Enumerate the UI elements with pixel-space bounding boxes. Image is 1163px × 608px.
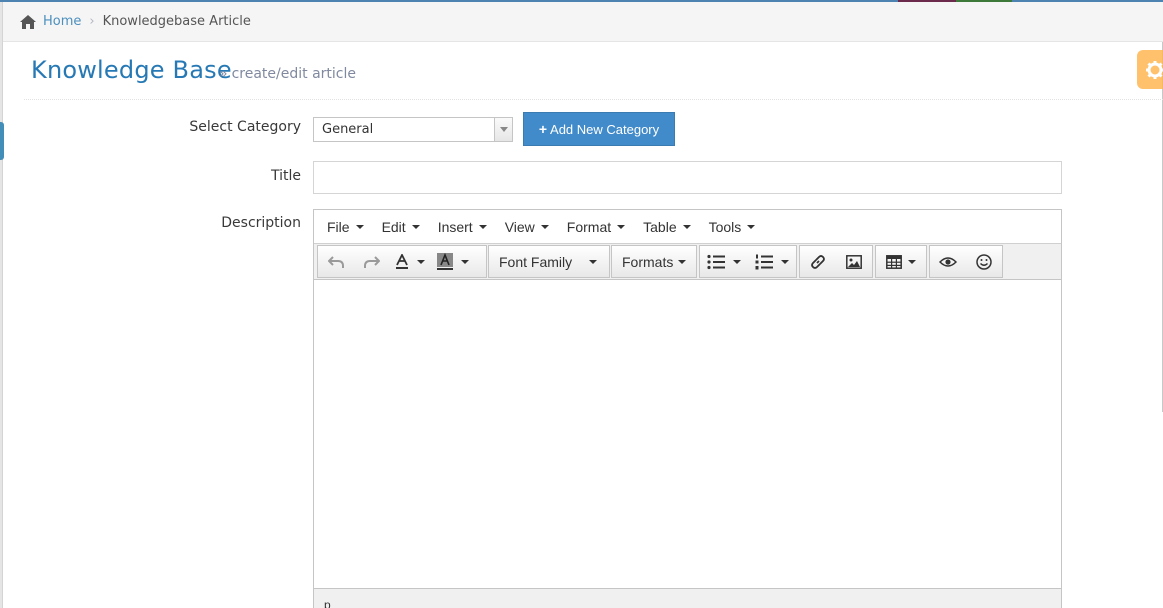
category-label: Select Category bbox=[189, 119, 301, 135]
element-path[interactable]: p bbox=[324, 598, 331, 608]
settings-button[interactable] bbox=[1137, 50, 1163, 89]
category-select[interactable]: General bbox=[313, 117, 513, 142]
smiley-icon bbox=[976, 253, 992, 270]
editor-content-area[interactable] bbox=[314, 280, 1061, 588]
table-icon bbox=[886, 254, 902, 269]
gear-icon bbox=[1146, 60, 1163, 79]
redo-button[interactable] bbox=[354, 246, 390, 277]
redo-icon bbox=[364, 255, 380, 268]
undo-icon bbox=[328, 255, 344, 268]
bullet-list-icon bbox=[707, 254, 725, 269]
menu-label: File bbox=[327, 218, 350, 235]
table-dropdown[interactable] bbox=[876, 246, 926, 277]
editor-statusbar: p bbox=[314, 588, 1061, 608]
app-frame: Home › Knowledgebase Article Knowledge B… bbox=[0, 0, 1163, 608]
editor-menubar: File Edit Insert View Format Table Tools bbox=[314, 210, 1061, 244]
breadcrumb-current: Knowledgebase Article bbox=[102, 14, 251, 29]
image-button[interactable] bbox=[836, 246, 872, 277]
toolbar-group-insert bbox=[799, 245, 873, 278]
caret-down-icon bbox=[589, 259, 598, 264]
category-select-value: General bbox=[322, 122, 374, 137]
font-family-label: Font Family bbox=[499, 253, 573, 270]
caret-down-icon bbox=[908, 259, 916, 264]
toolbar-group-history bbox=[317, 245, 487, 278]
caret-down-icon bbox=[781, 259, 789, 264]
plus-icon: + bbox=[538, 121, 548, 137]
menu-label: Insert bbox=[437, 218, 473, 235]
background-color-icon bbox=[437, 252, 453, 270]
caret-down-icon bbox=[747, 224, 756, 229]
menu-label: View bbox=[504, 218, 535, 235]
breadcrumb: Home › Knowledgebase Article bbox=[3, 2, 1163, 42]
undo-button[interactable] bbox=[318, 246, 354, 277]
menu-label: Tools bbox=[708, 218, 742, 235]
font-family-select[interactable]: Font Family bbox=[488, 245, 610, 278]
caret-down-icon bbox=[682, 224, 691, 229]
menu-tools[interactable]: Tools bbox=[700, 213, 765, 241]
caret-down-icon bbox=[478, 224, 487, 229]
formats-label: Formats bbox=[622, 253, 674, 270]
toolbar-group-view bbox=[929, 245, 1003, 278]
editor-toolbar: Font Family Formats bbox=[314, 244, 1061, 280]
add-category-label: Add New Category bbox=[550, 121, 660, 137]
menu-label: Edit bbox=[381, 218, 406, 235]
menu-label: Format bbox=[566, 218, 612, 235]
menu-label: Table bbox=[643, 218, 677, 235]
description-editor: File Edit Insert View Format Table Tools bbox=[313, 209, 1062, 608]
emoticons-button[interactable] bbox=[966, 246, 1002, 277]
menu-table[interactable]: Table bbox=[634, 213, 699, 241]
preview-button[interactable] bbox=[930, 246, 966, 277]
link-button[interactable] bbox=[800, 246, 836, 277]
caret-down-icon bbox=[417, 259, 425, 264]
link-icon bbox=[811, 254, 825, 269]
formats-select[interactable]: Formats bbox=[611, 245, 697, 278]
caret-down-icon bbox=[617, 224, 626, 229]
numbered-list-button[interactable] bbox=[748, 246, 796, 277]
description-label: Description bbox=[221, 215, 301, 231]
home-icon bbox=[20, 14, 36, 29]
page-header: Knowledge Base » create/edit article bbox=[24, 52, 1163, 100]
text-color-icon bbox=[396, 253, 408, 269]
menu-insert[interactable]: Insert bbox=[429, 213, 496, 241]
eye-icon bbox=[939, 256, 957, 267]
caret-down-icon bbox=[411, 224, 420, 229]
page-title: Knowledge Base bbox=[31, 56, 232, 84]
sidebar-rail bbox=[0, 2, 3, 608]
breadcrumb-separator: › bbox=[89, 14, 95, 29]
subtitle-arrow: » bbox=[219, 66, 228, 82]
caret-down-icon bbox=[461, 259, 469, 264]
menu-edit[interactable]: Edit bbox=[373, 213, 429, 241]
caret-down-icon bbox=[733, 259, 741, 264]
table-button[interactable] bbox=[875, 245, 927, 278]
bullet-list-button[interactable] bbox=[700, 246, 748, 277]
sidebar-collapse-handle[interactable] bbox=[0, 122, 4, 160]
menu-view[interactable]: View bbox=[496, 213, 558, 241]
background-color-button[interactable] bbox=[430, 246, 476, 277]
page-subtitle: » create/edit article bbox=[219, 66, 356, 82]
chevron-down-icon[interactable] bbox=[494, 118, 512, 141]
numbered-list-icon bbox=[755, 254, 773, 269]
menu-file[interactable]: File bbox=[318, 213, 373, 241]
menu-format[interactable]: Format bbox=[558, 213, 634, 241]
subtitle-text: create/edit article bbox=[231, 66, 356, 82]
add-category-button[interactable]: + Add New Category bbox=[523, 112, 675, 146]
toolbar-group-lists bbox=[699, 245, 797, 278]
title-input[interactable] bbox=[313, 161, 1062, 194]
image-icon bbox=[846, 254, 862, 269]
caret-down-icon bbox=[678, 259, 687, 264]
text-color-button[interactable] bbox=[390, 246, 430, 277]
caret-down-icon bbox=[540, 224, 549, 229]
breadcrumb-home-link[interactable]: Home bbox=[43, 14, 81, 29]
caret-down-icon bbox=[355, 224, 364, 229]
title-label: Title bbox=[270, 168, 301, 184]
